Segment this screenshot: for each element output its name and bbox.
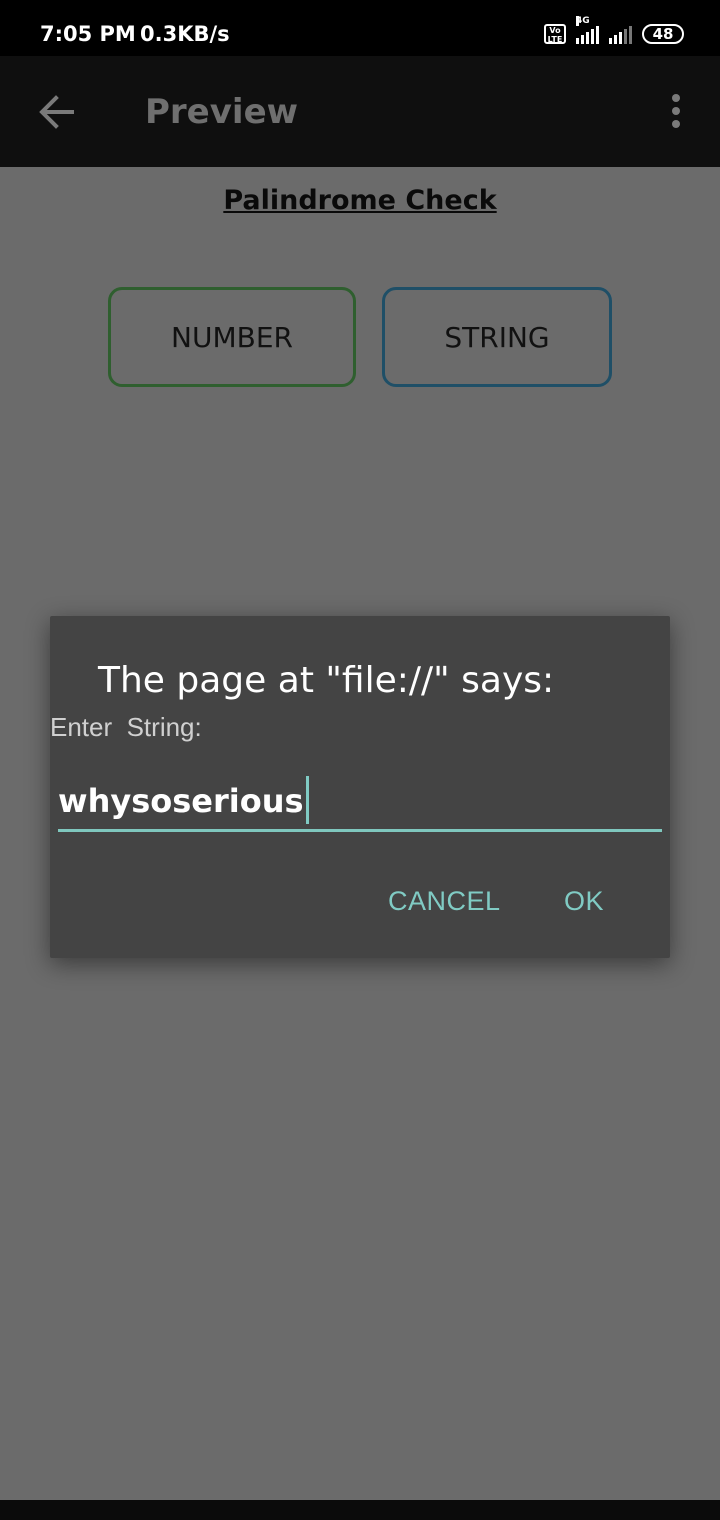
number-button[interactable]: NUMBER xyxy=(108,287,356,387)
signal-icon xyxy=(609,24,632,44)
status-time: 7:05 PM xyxy=(40,22,136,46)
string-button[interactable]: STRING xyxy=(382,287,612,387)
arrow-left-icon[interactable] xyxy=(38,94,74,135)
palindrome-heading: Palindrome Check xyxy=(223,185,497,216)
volte-icon: Vo LTE xyxy=(544,24,566,44)
network-speed: 0.3KB/s xyxy=(140,22,230,46)
dialog-prompt-label: Enter String: xyxy=(50,712,202,742)
app-bar: Preview xyxy=(0,56,720,167)
string-input[interactable]: whysoserious xyxy=(58,776,662,832)
string-input-value: whysoserious xyxy=(58,782,304,820)
battery-icon: 48 xyxy=(642,24,684,44)
network-type-label: 4G xyxy=(576,16,590,26)
battery-level: 48 xyxy=(652,25,674,43)
navigation-bar xyxy=(0,1500,720,1520)
dialog-title: The page at "file://" says: xyxy=(98,660,555,701)
status-bar: 7:05 PM 0.3KB/s Vo LTE 4G 48 xyxy=(0,0,720,56)
signal-4g-icon: 4G xyxy=(576,16,599,44)
cancel-button[interactable]: CANCEL xyxy=(388,886,501,917)
ok-button[interactable]: OK xyxy=(564,886,604,917)
text-cursor xyxy=(305,776,309,824)
status-icons: Vo LTE 4G 48 xyxy=(544,16,684,46)
page-title: Preview xyxy=(145,92,299,132)
prompt-dialog: The page at "file://" says: Enter String… xyxy=(50,616,670,958)
more-vert-icon[interactable] xyxy=(670,94,682,130)
